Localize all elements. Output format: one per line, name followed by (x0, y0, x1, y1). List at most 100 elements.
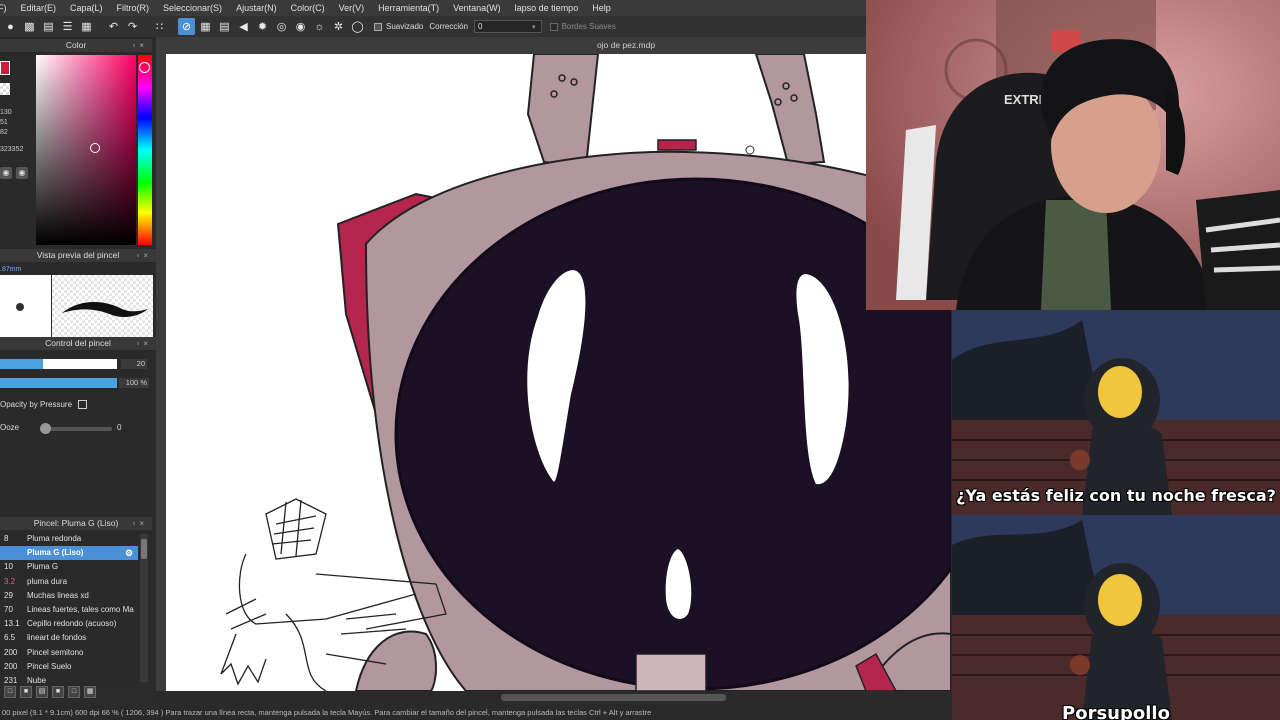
menu-window[interactable]: Ventana(W) (446, 3, 508, 13)
hue-slider[interactable] (138, 55, 152, 245)
panel-controls-icon[interactable]: ▫× (136, 249, 152, 262)
soft-edges-checkbox[interactable] (549, 22, 558, 31)
ooze-slider-knob[interactable] (40, 423, 51, 434)
panel-controls-icon[interactable]: ▫× (136, 337, 152, 350)
brush-list-item[interactable]: 3.2 pluma dura (0, 575, 138, 589)
brush-size-value[interactable]: 20 (121, 359, 147, 369)
menu-adjust[interactable]: Ajustar(N) (229, 3, 284, 13)
copy-brush-icon[interactable]: ■ (20, 686, 32, 698)
selection-dots-icon[interactable]: ∷ (151, 18, 168, 35)
menu-edit[interactable]: Editar(E) (14, 3, 64, 13)
color-panel-title: Color (65, 40, 87, 50)
comment-icon[interactable]: ▩ (21, 18, 38, 35)
brush-name-label: Pluma redonda (27, 534, 82, 543)
menu-help[interactable]: Help (585, 3, 618, 13)
snap-off-icon[interactable]: ⊘ (178, 18, 195, 35)
meme-caption-bottom: Porsupollo (1062, 703, 1170, 720)
opacity-pressure-checkbox[interactable] (78, 400, 87, 409)
menu-file[interactable]: F) (0, 3, 14, 13)
brush-list-item[interactable]: 6.5 lineart de fondos (0, 631, 138, 645)
panel-controls-icon[interactable]: ▫× (132, 517, 148, 530)
left-panel: Color ▫× 130 51 82 323352 ◉ ◉ Vista prev… (0, 37, 156, 685)
canvas-horizontal-scrollbar[interactable] (156, 691, 951, 705)
saturation-value-field[interactable] (36, 55, 136, 245)
list-icon[interactable]: ☰ (59, 18, 76, 35)
panel-controls-icon[interactable]: ▫× (132, 39, 148, 52)
color-mode-icon[interactable]: ◉ (0, 167, 12, 179)
snap-radial-icon[interactable]: ◉ (292, 18, 309, 35)
speech-bubble-icon[interactable]: ● (2, 18, 19, 35)
redo-icon[interactable]: ↷ (124, 18, 141, 35)
snap-lines-icon[interactable]: ▤ (216, 18, 233, 35)
undo-icon[interactable]: ↶ (105, 18, 122, 35)
sub-color-swatch[interactable] (0, 83, 10, 95)
brush-stroke-preview (52, 275, 153, 343)
menu-color[interactable]: Color(C) (284, 3, 332, 13)
menu-timelapse[interactable]: lapso de tiempo (508, 3, 586, 13)
page-icon[interactable]: ▤ (40, 18, 57, 35)
brush-size-label: 13.1 (4, 619, 20, 629)
snap-circle-icon[interactable]: ◎ (273, 18, 290, 35)
snap-cross-icon[interactable]: ✹ (254, 18, 271, 35)
opacity-pressure-label: Opacity by Pressure (0, 400, 73, 409)
grid-icon[interactable]: ▦ (78, 18, 95, 35)
folder-icon[interactable]: ■ (52, 686, 64, 698)
brush-list-item[interactable]: Pluma G (Liso) ⚙ (0, 546, 138, 561)
app-window: F) Editar(E) Capa(L) Filtro(R) Seleccion… (0, 0, 1280, 720)
drawing-canvas[interactable] (166, 54, 951, 691)
brush-list-item[interactable]: 29 Muchas lineas xd (0, 589, 138, 603)
brush-size-label: 200 (4, 661, 18, 671)
meme-frame-bottom: Porsupollo (952, 515, 1280, 720)
menu-view[interactable]: Ver(V) (332, 3, 372, 13)
blue-value[interactable]: 82 (0, 129, 8, 136)
brush-name-label: Lineas fuertes, tales como Ma (27, 605, 134, 614)
helmet-left-ear (526, 54, 600, 168)
hue-cursor[interactable] (139, 62, 150, 73)
snap-gear-icon[interactable]: ✲ (330, 18, 347, 35)
brush-size-label: 29 (4, 590, 13, 600)
brush-opacity-value[interactable]: 100 % (119, 378, 149, 388)
menu-layer[interactable]: Capa(L) (63, 3, 110, 13)
antialias-checkbox[interactable] (374, 22, 382, 31)
main-color-swatch[interactable] (0, 61, 10, 75)
brush-size-slider[interactable]: 20 (0, 359, 150, 369)
brush-size-label: 8 (4, 534, 9, 543)
gear-icon[interactable]: ⚙ (125, 546, 133, 560)
color-picker-cursor[interactable] (90, 143, 100, 153)
trash-icon[interactable]: ▦ (84, 686, 96, 698)
ooze-slider[interactable] (42, 427, 112, 431)
menu-filter[interactable]: Filtro(R) (110, 3, 157, 13)
brush-list-item[interactable]: 200 Pincel semitono (0, 646, 138, 660)
brush-size-label: 3.2 (4, 576, 16, 586)
brush-tip-preview (0, 275, 51, 343)
hex-value[interactable]: 323352 (0, 146, 23, 153)
snap-grid-icon[interactable]: ▦ (197, 18, 214, 35)
snap-sun-icon[interactable]: ☼ (311, 18, 328, 35)
document-icon[interactable]: ▤ (36, 686, 48, 698)
new-brush-icon[interactable]: □ (4, 686, 16, 698)
status-bar: 00 pixel (9.1 * 9.1cm) 600 dpi 66 % ( 12… (0, 705, 952, 720)
chevron-down-icon[interactable]: ▾ (532, 23, 536, 31)
meme-caption-top: ¿Ya estás feliz con tu noche fresca? (956, 486, 1276, 505)
menu-select[interactable]: Seleccionar(S) (156, 3, 229, 13)
brush-list-item[interactable]: 13.1 Cepillo redondo (acuoso) (0, 617, 138, 631)
menu-tool[interactable]: Herramienta(T) (371, 3, 446, 13)
green-value[interactable]: 51 (0, 119, 8, 126)
color-palette-icon[interactable]: ◉ (16, 167, 28, 179)
brush-list-item[interactable]: 8 Pluma redonda (0, 532, 138, 546)
snap-perspective-icon[interactable]: ◀ (235, 18, 252, 35)
brush-list-header: Pincel: Pluma G (Liso) ▫× (0, 517, 152, 530)
red-value[interactable]: 130 (0, 109, 12, 116)
brush-list-item[interactable]: 70 Lineas fuertes, tales como Ma (0, 603, 138, 617)
duplicate-icon[interactable]: □ (68, 686, 80, 698)
canvas-scroll-thumb[interactable] (501, 694, 726, 701)
brush-name-label: Pluma G (27, 562, 59, 572)
brush-list-item[interactable]: 10 Pluma G (0, 560, 138, 574)
brush-list-scroll-thumb[interactable] (141, 539, 147, 559)
meme-overlay: ¿Ya estás feliz con tu noche fresca? Por… (952, 310, 1280, 720)
snap-target-icon[interactable]: ◯ (349, 18, 366, 35)
brush-name-label: Pincel semitono (27, 647, 84, 657)
brush-list-item[interactable]: 200 Pincel Suelo (0, 660, 138, 674)
brush-name-label: Cepillo redondo (acuoso) (27, 619, 117, 629)
brush-opacity-slider[interactable]: 100 % (0, 378, 150, 388)
